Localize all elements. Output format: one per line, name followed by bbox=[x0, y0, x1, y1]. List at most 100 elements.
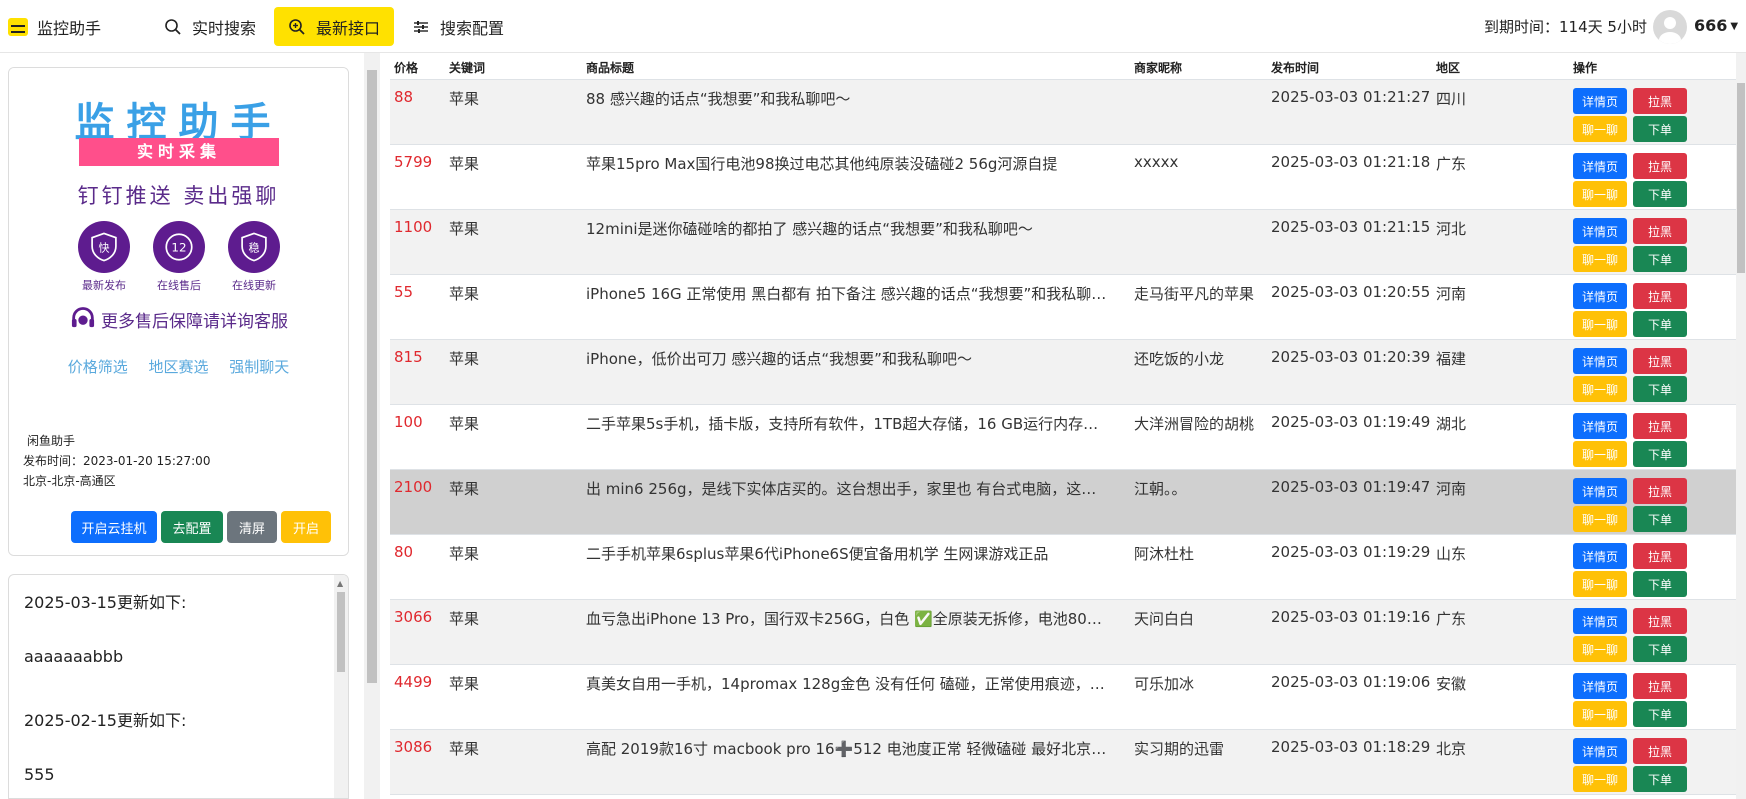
block-button[interactable]: 拉黑 bbox=[1633, 608, 1687, 634]
scroll-thumb[interactable] bbox=[1737, 83, 1745, 273]
chat-button[interactable]: 聊一聊 bbox=[1573, 571, 1627, 597]
update-log[interactable]: 2025-03-15更新如下: aaaaaaabbb 2025-02-15更新如… bbox=[8, 574, 349, 799]
detail-button[interactable]: 详情页 bbox=[1573, 153, 1627, 179]
region-cell: 河南 bbox=[1436, 285, 1467, 303]
update-scrollbar[interactable]: ▲ bbox=[334, 575, 348, 798]
order-button[interactable]: 下单 bbox=[1633, 701, 1687, 727]
block-button[interactable]: 拉黑 bbox=[1633, 348, 1687, 374]
title-cell: iPhone，低价出可刀 感兴趣的话点“我想要”和我私聊吧～ bbox=[586, 350, 972, 368]
scroll-thumb[interactable] bbox=[367, 70, 377, 683]
table-row[interactable]: 55 苹果 iPhone5 16G 正常使用 黑白都有 拍下备注 感兴趣的话点“我想… bbox=[390, 275, 1736, 340]
table-row[interactable]: 80 苹果 二手手机苹果6splus苹果6代iPhone6S便宜备用机学 生网课游戏… bbox=[390, 535, 1736, 600]
block-button[interactable]: 拉黑 bbox=[1633, 413, 1687, 439]
promo-service: 更多售后保障请详询客服 bbox=[69, 305, 329, 333]
detail-button[interactable]: 详情页 bbox=[1573, 673, 1627, 699]
block-button[interactable]: 拉黑 bbox=[1633, 738, 1687, 764]
task-buttons: 开启云挂机 去配置 清屏 开启 bbox=[71, 511, 331, 543]
block-button[interactable]: 拉黑 bbox=[1633, 153, 1687, 179]
order-button[interactable]: 下单 bbox=[1633, 181, 1687, 207]
order-button[interactable]: 下单 bbox=[1633, 246, 1687, 272]
time-cell: 2025-03-03 01:19:49 bbox=[1271, 413, 1431, 431]
clear-screen-button[interactable]: 清屏 bbox=[227, 511, 277, 543]
chat-button[interactable]: 聊一聊 bbox=[1573, 506, 1627, 532]
title-cell: 血亏急出iPhone 13 Pro，国行双卡256G，白色 ✅全原装无拆修，电池… bbox=[586, 610, 1110, 628]
detail-button[interactable]: 详情页 bbox=[1573, 738, 1627, 764]
avatar[interactable] bbox=[1653, 10, 1687, 44]
detail-button[interactable]: 详情页 bbox=[1573, 413, 1627, 439]
order-button[interactable]: 下单 bbox=[1633, 506, 1687, 532]
expire-time: 到期时间：114天 5小时 bbox=[1484, 18, 1647, 36]
brand[interactable]: 监控助手 bbox=[8, 15, 101, 39]
badge-caption: 在线更新 bbox=[232, 279, 276, 292]
scroll-thumb[interactable] bbox=[337, 592, 345, 672]
badge-symbol: 12 bbox=[171, 240, 186, 254]
detail-button[interactable]: 详情页 bbox=[1573, 218, 1627, 244]
chat-button[interactable]: 聊一聊 bbox=[1573, 441, 1627, 467]
promo-link: 价格筛选 bbox=[67, 358, 128, 376]
detail-button[interactable]: 详情页 bbox=[1573, 543, 1627, 569]
order-button[interactable]: 下单 bbox=[1633, 311, 1687, 337]
nav-latest-api[interactable]: 最新接口 bbox=[274, 7, 395, 46]
detail-button[interactable]: 详情页 bbox=[1573, 348, 1627, 374]
block-button[interactable]: 拉黑 bbox=[1633, 673, 1687, 699]
table-row[interactable]: 5799 苹果 苹果15pro Max国行电池98换过电芯其他纯原装没磕碰2 56g… bbox=[390, 145, 1736, 210]
block-button[interactable]: 拉黑 bbox=[1633, 543, 1687, 569]
badge-symbol: 快 bbox=[98, 241, 109, 254]
order-button[interactable]: 下单 bbox=[1633, 441, 1687, 467]
table-row[interactable]: 3066 苹果 血亏急出iPhone 13 Pro，国行双卡256G，白色 ✅全原装… bbox=[390, 600, 1736, 665]
scroll-up-icon[interactable]: ▲ bbox=[337, 579, 343, 588]
nav-realtime-search[interactable]: 实时搜索 bbox=[150, 7, 270, 46]
table-row[interactable]: 3086 苹果 高配 2019款16寸 macbook pro 16➕512 电池度… bbox=[390, 730, 1736, 795]
promo-link: 地区赛选 bbox=[148, 358, 209, 376]
order-button[interactable]: 下单 bbox=[1633, 376, 1687, 402]
user-menu[interactable]: 666 ▼ bbox=[1694, 16, 1738, 35]
chat-button[interactable]: 聊一聊 bbox=[1573, 311, 1627, 337]
start-button[interactable]: 开启 bbox=[281, 511, 331, 543]
detail-button[interactable]: 详情页 bbox=[1573, 478, 1627, 504]
order-button[interactable]: 下单 bbox=[1633, 571, 1687, 597]
order-button[interactable]: 下单 bbox=[1633, 766, 1687, 792]
title-cell: 二手手机苹果6splus苹果6代iPhone6S便宜备用机学 生网课游戏正品 bbox=[586, 545, 1049, 563]
price-cell: 4499 bbox=[394, 673, 433, 691]
table-row[interactable]: 815 苹果 iPhone，低价出可刀 感兴趣的话点“我想要”和我私聊吧～ 还吃饭的小… bbox=[390, 340, 1736, 405]
table-row[interactable]: 1100 苹果 12mini是迷你磕碰啥的都拍了 感兴趣的话点“我想要”和我私聊吧～… bbox=[390, 210, 1736, 275]
table-scrollbar[interactable] bbox=[1736, 53, 1746, 799]
keyword-cell: 苹果 bbox=[449, 480, 480, 498]
badge-caption: 最新发布 bbox=[82, 279, 126, 292]
chat-button[interactable]: 聊一聊 bbox=[1573, 181, 1627, 207]
block-button[interactable]: 拉黑 bbox=[1633, 283, 1687, 309]
col-region: 地区 bbox=[1436, 61, 1461, 75]
detail-button[interactable]: 详情页 bbox=[1573, 88, 1627, 114]
chat-button[interactable]: 聊一聊 bbox=[1573, 766, 1627, 792]
block-button[interactable]: 拉黑 bbox=[1633, 478, 1687, 504]
block-button[interactable]: 拉黑 bbox=[1633, 88, 1687, 114]
detail-button[interactable]: 详情页 bbox=[1573, 608, 1627, 634]
order-button[interactable]: 下单 bbox=[1633, 636, 1687, 662]
chat-button[interactable]: 聊一聊 bbox=[1573, 246, 1627, 272]
block-button[interactable]: 拉黑 bbox=[1633, 218, 1687, 244]
badge-update: 稳 在线更新 bbox=[219, 221, 289, 293]
left-scrollbar[interactable] bbox=[364, 53, 380, 799]
nav-search-config[interactable]: 搜索配置 bbox=[398, 7, 518, 46]
price-cell: 80 bbox=[394, 543, 414, 561]
chat-button[interactable]: 聊一聊 bbox=[1573, 701, 1627, 727]
table-row[interactable]: 100 苹果 二手苹果5s手机，插卡版，支持所有软件，1TB超大存储，16 GB运行… bbox=[390, 405, 1736, 470]
table-row[interactable]: 88 苹果 88 感兴趣的话点“我想要”和我私聊吧～ 2025-03-03 01:21… bbox=[390, 80, 1736, 145]
chat-button[interactable]: 聊一聊 bbox=[1573, 636, 1627, 662]
region-cell: 河南 bbox=[1436, 480, 1467, 498]
title-cell: 高配 2019款16寸 macbook pro 16➕512 电池度正常 轻微磕… bbox=[586, 740, 1110, 758]
chat-button[interactable]: 聊一聊 bbox=[1573, 116, 1627, 142]
chat-button[interactable]: 聊一聊 bbox=[1573, 376, 1627, 402]
brand-name: 监控助手 bbox=[37, 19, 102, 38]
table-row[interactable]: 4499 苹果 真美女自用一手机，14promax 128g金色 没有任何 磕碰，正… bbox=[390, 665, 1736, 730]
col-actions: 操作 bbox=[1573, 61, 1598, 75]
region-cell: 河北 bbox=[1436, 220, 1467, 238]
start-cloud-button[interactable]: 开启云挂机 bbox=[71, 511, 157, 543]
col-seller: 商家昵称 bbox=[1134, 61, 1183, 75]
detail-button[interactable]: 详情页 bbox=[1573, 283, 1627, 309]
time-cell: 2025-03-03 01:19:16 bbox=[1271, 608, 1431, 626]
order-button[interactable]: 下单 bbox=[1633, 116, 1687, 142]
region-cell: 福建 bbox=[1436, 350, 1467, 368]
table-row[interactable]: 2100 苹果 出 min6 256g，是线下实体店买的。这台想出手，家里也 有台式… bbox=[390, 470, 1736, 535]
go-config-button[interactable]: 去配置 bbox=[161, 511, 223, 543]
